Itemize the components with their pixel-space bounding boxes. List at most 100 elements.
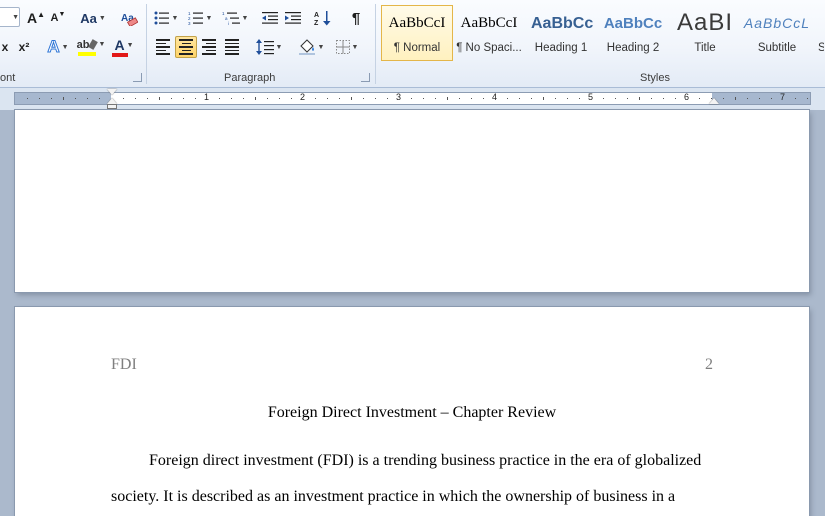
ruler-dot bbox=[603, 98, 604, 99]
ruler-dot bbox=[771, 98, 772, 99]
paragraph-dialog-launcher-icon[interactable] bbox=[361, 73, 370, 82]
ruler-dot bbox=[123, 98, 124, 99]
font-color-button[interactable]: A ▼ bbox=[110, 36, 138, 58]
first-line-indent-marker[interactable] bbox=[107, 89, 117, 95]
ruler-dot bbox=[135, 98, 136, 99]
ruler-dot bbox=[171, 98, 172, 99]
show-formatting-marks-button[interactable]: ¶ bbox=[346, 7, 366, 29]
ruler-dot bbox=[375, 98, 376, 99]
grow-font-button[interactable]: A ▲ bbox=[25, 7, 47, 29]
subscript-label: x bbox=[1, 40, 9, 54]
ruler-dot bbox=[183, 98, 184, 99]
ruler-number: 6 bbox=[684, 92, 690, 102]
text-effects-icon: A bbox=[47, 37, 60, 57]
page-2[interactable]: FDI 2 Foreign Direct Investment – Chapte… bbox=[15, 307, 809, 516]
style-normal[interactable]: AaBbCcI ¶ Normal bbox=[381, 5, 453, 61]
clear-formatting-button[interactable]: Aa bbox=[118, 7, 140, 29]
style-no-spacing[interactable]: AaBbCcI ¶ No Spaci... bbox=[453, 5, 525, 61]
ribbon: ▼ A ▲ A ▼ Aa ▼ Aa x x² A ▼ ab ▼ A ▼ ont … bbox=[0, 0, 825, 88]
ruler-number: 3 bbox=[396, 92, 402, 102]
justify-button[interactable] bbox=[221, 36, 243, 58]
style-subtitle-sample: AaBbCcL bbox=[743, 15, 811, 31]
style-heading-1-label: Heading 1 bbox=[534, 42, 588, 54]
page-1[interactable] bbox=[15, 110, 809, 292]
style-subtitle[interactable]: AaBbCcL Subtitle bbox=[741, 5, 813, 61]
superscript-button[interactable]: x² bbox=[14, 36, 34, 58]
highlight-color-button[interactable]: ab ▼ bbox=[76, 36, 106, 58]
page-number: 2 bbox=[705, 356, 713, 373]
header-left-text: FDI bbox=[111, 356, 137, 373]
ruler-dot bbox=[363, 98, 364, 99]
ruler-dot bbox=[315, 98, 316, 99]
svg-text:Z: Z bbox=[314, 20, 319, 26]
subscript-button[interactable]: x bbox=[0, 36, 12, 58]
style-subtle-emphasis[interactable]: S bbox=[813, 5, 825, 61]
ruler-dot bbox=[411, 98, 412, 99]
ruler-dot bbox=[471, 98, 472, 99]
text-effects-button[interactable]: A ▼ bbox=[44, 36, 72, 58]
ruler-dot bbox=[747, 98, 748, 99]
svg-text:3: 3 bbox=[188, 21, 191, 25]
change-case-button[interactable]: Aa ▼ bbox=[78, 7, 108, 29]
decrease-indent-button[interactable] bbox=[259, 7, 281, 29]
numbering-button[interactable]: 1 2 3 ▼ bbox=[185, 7, 215, 29]
sort-icon: A Z bbox=[314, 11, 331, 26]
align-center-icon bbox=[179, 39, 193, 55]
ruler-dot bbox=[423, 98, 424, 99]
horizontal-ruler[interactable]: 1 2 3 4 5 6 7 bbox=[14, 89, 811, 109]
ruler-dot bbox=[339, 98, 340, 99]
ruler-bar: 1 2 3 4 5 6 7 bbox=[0, 88, 825, 110]
ruler-number: 4 bbox=[492, 92, 498, 102]
font-dialog-launcher-icon[interactable] bbox=[133, 73, 142, 82]
justify-icon bbox=[225, 39, 239, 55]
align-left-button[interactable] bbox=[152, 36, 174, 58]
ruler-dot bbox=[51, 98, 52, 99]
body-line-2: society. It is described as an investmen… bbox=[111, 488, 676, 505]
style-subtitle-label: Subtitle bbox=[757, 42, 797, 54]
ruler-dot bbox=[231, 98, 232, 99]
multilevel-list-button[interactable]: 1 a i ▼ bbox=[219, 7, 251, 29]
style-heading-2-sample: AaBbCc bbox=[603, 15, 663, 32]
ruler-dot bbox=[147, 98, 148, 99]
ruler-dot bbox=[759, 98, 760, 99]
pilcrow-icon: ¶ bbox=[351, 9, 361, 27]
align-right-icon bbox=[202, 39, 216, 55]
ruler-dot bbox=[327, 98, 328, 99]
svg-text:i: i bbox=[228, 21, 229, 25]
multilevel-list-icon: 1 a i bbox=[222, 11, 240, 25]
grow-font-icon: A bbox=[26, 10, 38, 26]
ruler-dot bbox=[567, 98, 568, 99]
ruler-dot bbox=[507, 98, 508, 99]
right-indent-marker[interactable] bbox=[709, 98, 719, 104]
shading-button[interactable]: ▼ bbox=[295, 36, 327, 58]
increase-indent-button[interactable] bbox=[282, 7, 304, 29]
ruler-half-tick bbox=[639, 97, 640, 100]
style-heading-1[interactable]: AaBbCc Heading 1 bbox=[525, 5, 597, 61]
ruler-dot bbox=[195, 98, 196, 99]
shrink-font-button[interactable]: A ▼ bbox=[48, 7, 68, 29]
ruler-dot bbox=[579, 98, 580, 99]
highlight-color-swatch bbox=[78, 51, 96, 56]
ruler-number: 5 bbox=[588, 92, 594, 102]
style-title[interactable]: AaBI Title bbox=[669, 5, 741, 61]
font-group-label: ont bbox=[0, 72, 16, 84]
paragraph-group: ▼ 1 2 3 ▼ 1 a i ▼ A Z ¶ ▼ ▼ ▼ Paragraph bbox=[147, 0, 375, 88]
left-indent-box-marker[interactable] bbox=[107, 104, 117, 109]
ruler-dot bbox=[87, 98, 88, 99]
sort-button[interactable]: A Z bbox=[312, 7, 334, 29]
ruler-number: 1 bbox=[204, 92, 210, 102]
ruler-dot bbox=[615, 98, 616, 99]
align-center-button[interactable] bbox=[175, 36, 197, 58]
style-no-spacing-label: ¶ No Spaci... bbox=[456, 42, 522, 54]
ruler-dot bbox=[795, 98, 796, 99]
ruler-dot bbox=[483, 98, 484, 99]
font-size-dropdown[interactable]: ▼ bbox=[0, 7, 20, 27]
line-spacing-button[interactable]: ▼ bbox=[253, 36, 285, 58]
style-normal-sample: AaBbCcI bbox=[388, 15, 446, 31]
ruler-dot bbox=[387, 98, 388, 99]
align-right-button[interactable] bbox=[198, 36, 220, 58]
style-heading-2[interactable]: AaBbCc Heading 2 bbox=[597, 5, 669, 61]
borders-button[interactable]: ▼ bbox=[331, 36, 363, 58]
bullets-button[interactable]: ▼ bbox=[152, 7, 180, 29]
line-spacing-icon bbox=[255, 39, 274, 55]
